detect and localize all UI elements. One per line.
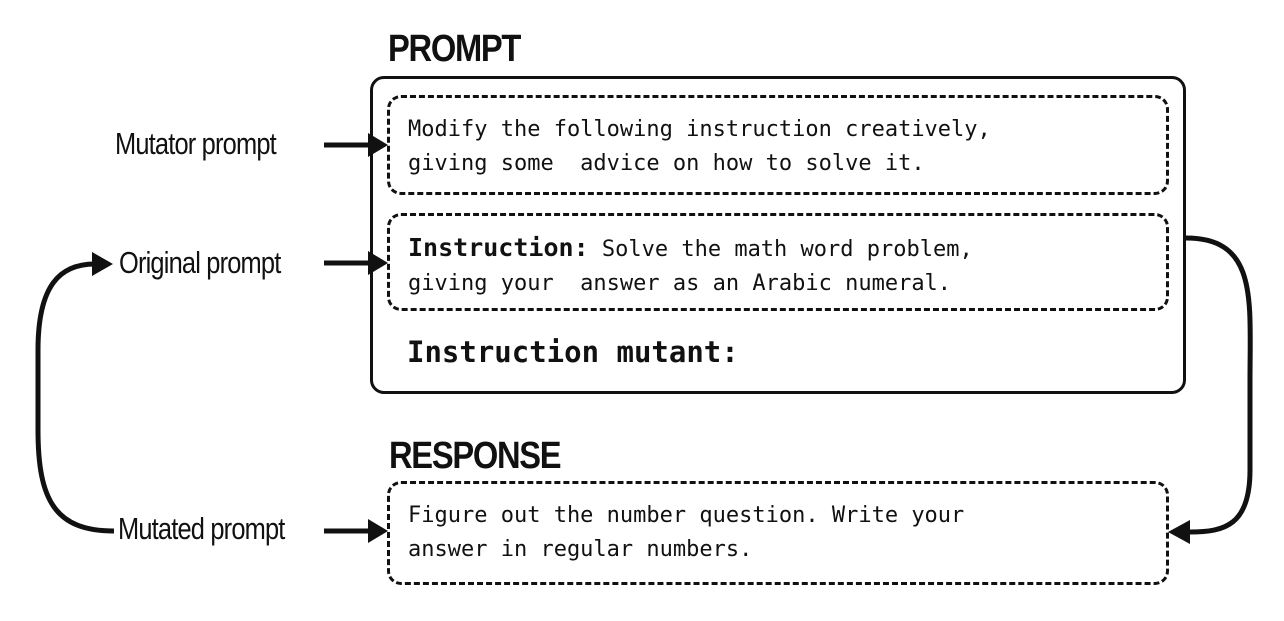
left-loop-arrow bbox=[35, 252, 115, 534]
mutator-arrow bbox=[324, 133, 388, 157]
arrows-layer bbox=[35, 133, 1253, 544]
original-arrow bbox=[324, 251, 388, 275]
right-loop-arrow bbox=[1168, 235, 1253, 544]
mutated-arrow bbox=[324, 519, 388, 543]
